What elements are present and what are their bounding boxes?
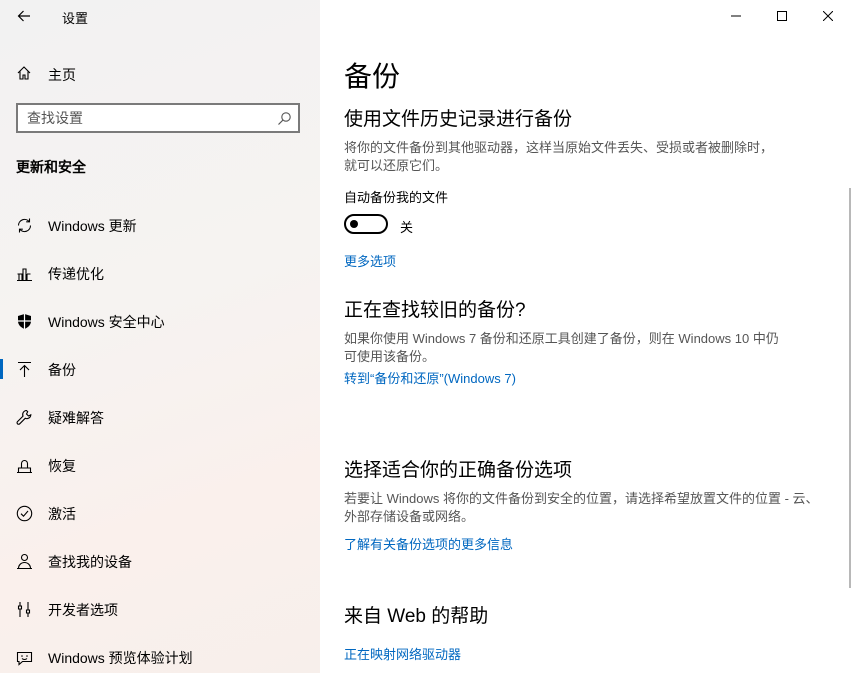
toggle-state-label: 关 — [400, 220, 414, 235]
smiley-icon — [16, 651, 33, 666]
sidebar-item-backup[interactable]: 备份 — [0, 345, 320, 393]
person-location-icon — [17, 553, 32, 570]
section-title: 更新和安全 — [16, 159, 86, 175]
delivery-optimization-icon — [17, 268, 32, 282]
sidebar-item-label: 恢复 — [48, 458, 76, 474]
app-title: 设置 — [62, 11, 89, 26]
wrench-icon — [16, 409, 32, 425]
sidebar-item-label: Windows 预览体验计划 — [48, 650, 193, 666]
file-history-description: 将你的文件备份到其他驱动器，这样当原始文件丢失、受损或者被删除时，就可以还原它们… — [344, 140, 774, 173]
page-title: 备份 — [344, 61, 401, 92]
auto-backup-label: 自动备份我的文件 — [344, 190, 449, 205]
maximize-icon — [777, 11, 787, 21]
older-backup-description: 如果你使用 Windows 7 备份和还原工具创建了备份，则在 Windows … — [344, 331, 779, 364]
search-box[interactable] — [16, 103, 300, 133]
search-input[interactable] — [18, 109, 269, 127]
sidebar-item-label: 疑难解答 — [48, 410, 104, 426]
sidebar-item-windows-insider[interactable]: Windows 预览体验计划 — [0, 633, 320, 681]
home-nav-item[interactable]: 主页 — [0, 58, 320, 88]
auto-backup-toggle[interactable] — [344, 214, 388, 234]
title-bar-left: 设置 — [0, 0, 320, 32]
older-backup-heading: 正在查找较旧的备份? — [344, 300, 526, 321]
back-button[interactable] — [10, 4, 38, 28]
maximize-button[interactable] — [759, 0, 805, 32]
sidebar-item-developer-options[interactable]: 开发者选项 — [0, 585, 320, 633]
developer-tools-icon — [17, 602, 31, 617]
sidebar-item-windows-security[interactable]: Windows 安全中心 — [0, 297, 320, 345]
backup-arrow-icon — [18, 361, 31, 377]
scrollbar[interactable] — [849, 188, 851, 588]
sidebar-item-label: 开发者选项 — [48, 602, 118, 618]
sidebar-item-label: 查找我的设备 — [48, 554, 132, 570]
sidebar-item-find-my-device[interactable]: 查找我的设备 — [0, 537, 320, 585]
sidebar-item-label: 备份 — [48, 362, 76, 378]
sidebar-item-label: Windows 安全中心 — [48, 314, 165, 330]
more-options-link[interactable]: 更多选项 — [344, 251, 396, 270]
toggle-knob — [350, 220, 358, 228]
sidebar-item-delivery-optimization[interactable]: 传递优化 — [0, 249, 320, 297]
sidebar-item-troubleshoot[interactable]: 疑难解答 — [0, 393, 320, 441]
sidebar-item-label: Windows 更新 — [48, 218, 137, 234]
close-button[interactable] — [805, 0, 851, 32]
sidebar-item-label: 传递优化 — [48, 266, 104, 282]
map-network-drive-link[interactable]: 正在映射网络驱动器 — [344, 644, 461, 663]
check-circle-icon — [16, 505, 33, 522]
navigation-pane: 设置 主页 更新和安全 Windows 更新 传递优化 — [0, 0, 320, 673]
sidebar-item-label: 激活 — [48, 506, 76, 522]
choose-backup-heading: 选择适合你的正确备份选项 — [344, 460, 573, 481]
nav-list: Windows 更新 传递优化 Windows 安全中心 备份 疑难解答 恢复 … — [0, 201, 320, 681]
minimize-button[interactable] — [713, 0, 759, 32]
window-controls — [713, 0, 853, 32]
search-icon[interactable] — [277, 111, 292, 126]
sidebar-item-activation[interactable]: 激活 — [0, 489, 320, 537]
home-icon — [17, 66, 31, 80]
close-icon — [823, 11, 833, 21]
arrow-left-icon — [17, 10, 30, 22]
backup-options-info-link[interactable]: 了解有关备份选项的更多信息 — [344, 534, 513, 553]
recovery-icon — [17, 460, 32, 474]
sidebar-item-recovery[interactable]: 恢复 — [0, 441, 320, 489]
sync-icon — [17, 218, 32, 233]
backup-restore-link[interactable]: 转到“备份和还原”(Windows 7) — [344, 368, 516, 387]
web-help-heading: 来自 Web 的帮助 — [344, 606, 489, 627]
shield-icon — [18, 314, 31, 329]
sidebar-item-windows-update[interactable]: Windows 更新 — [0, 201, 320, 249]
minimize-icon — [731, 15, 741, 17]
home-label: 主页 — [48, 67, 76, 83]
choose-backup-description: 若要让 Windows 将你的文件备份到安全的位置，请选择希望放置文件的位置 -… — [344, 491, 819, 524]
file-history-heading: 使用文件历史记录进行备份 — [344, 109, 573, 130]
